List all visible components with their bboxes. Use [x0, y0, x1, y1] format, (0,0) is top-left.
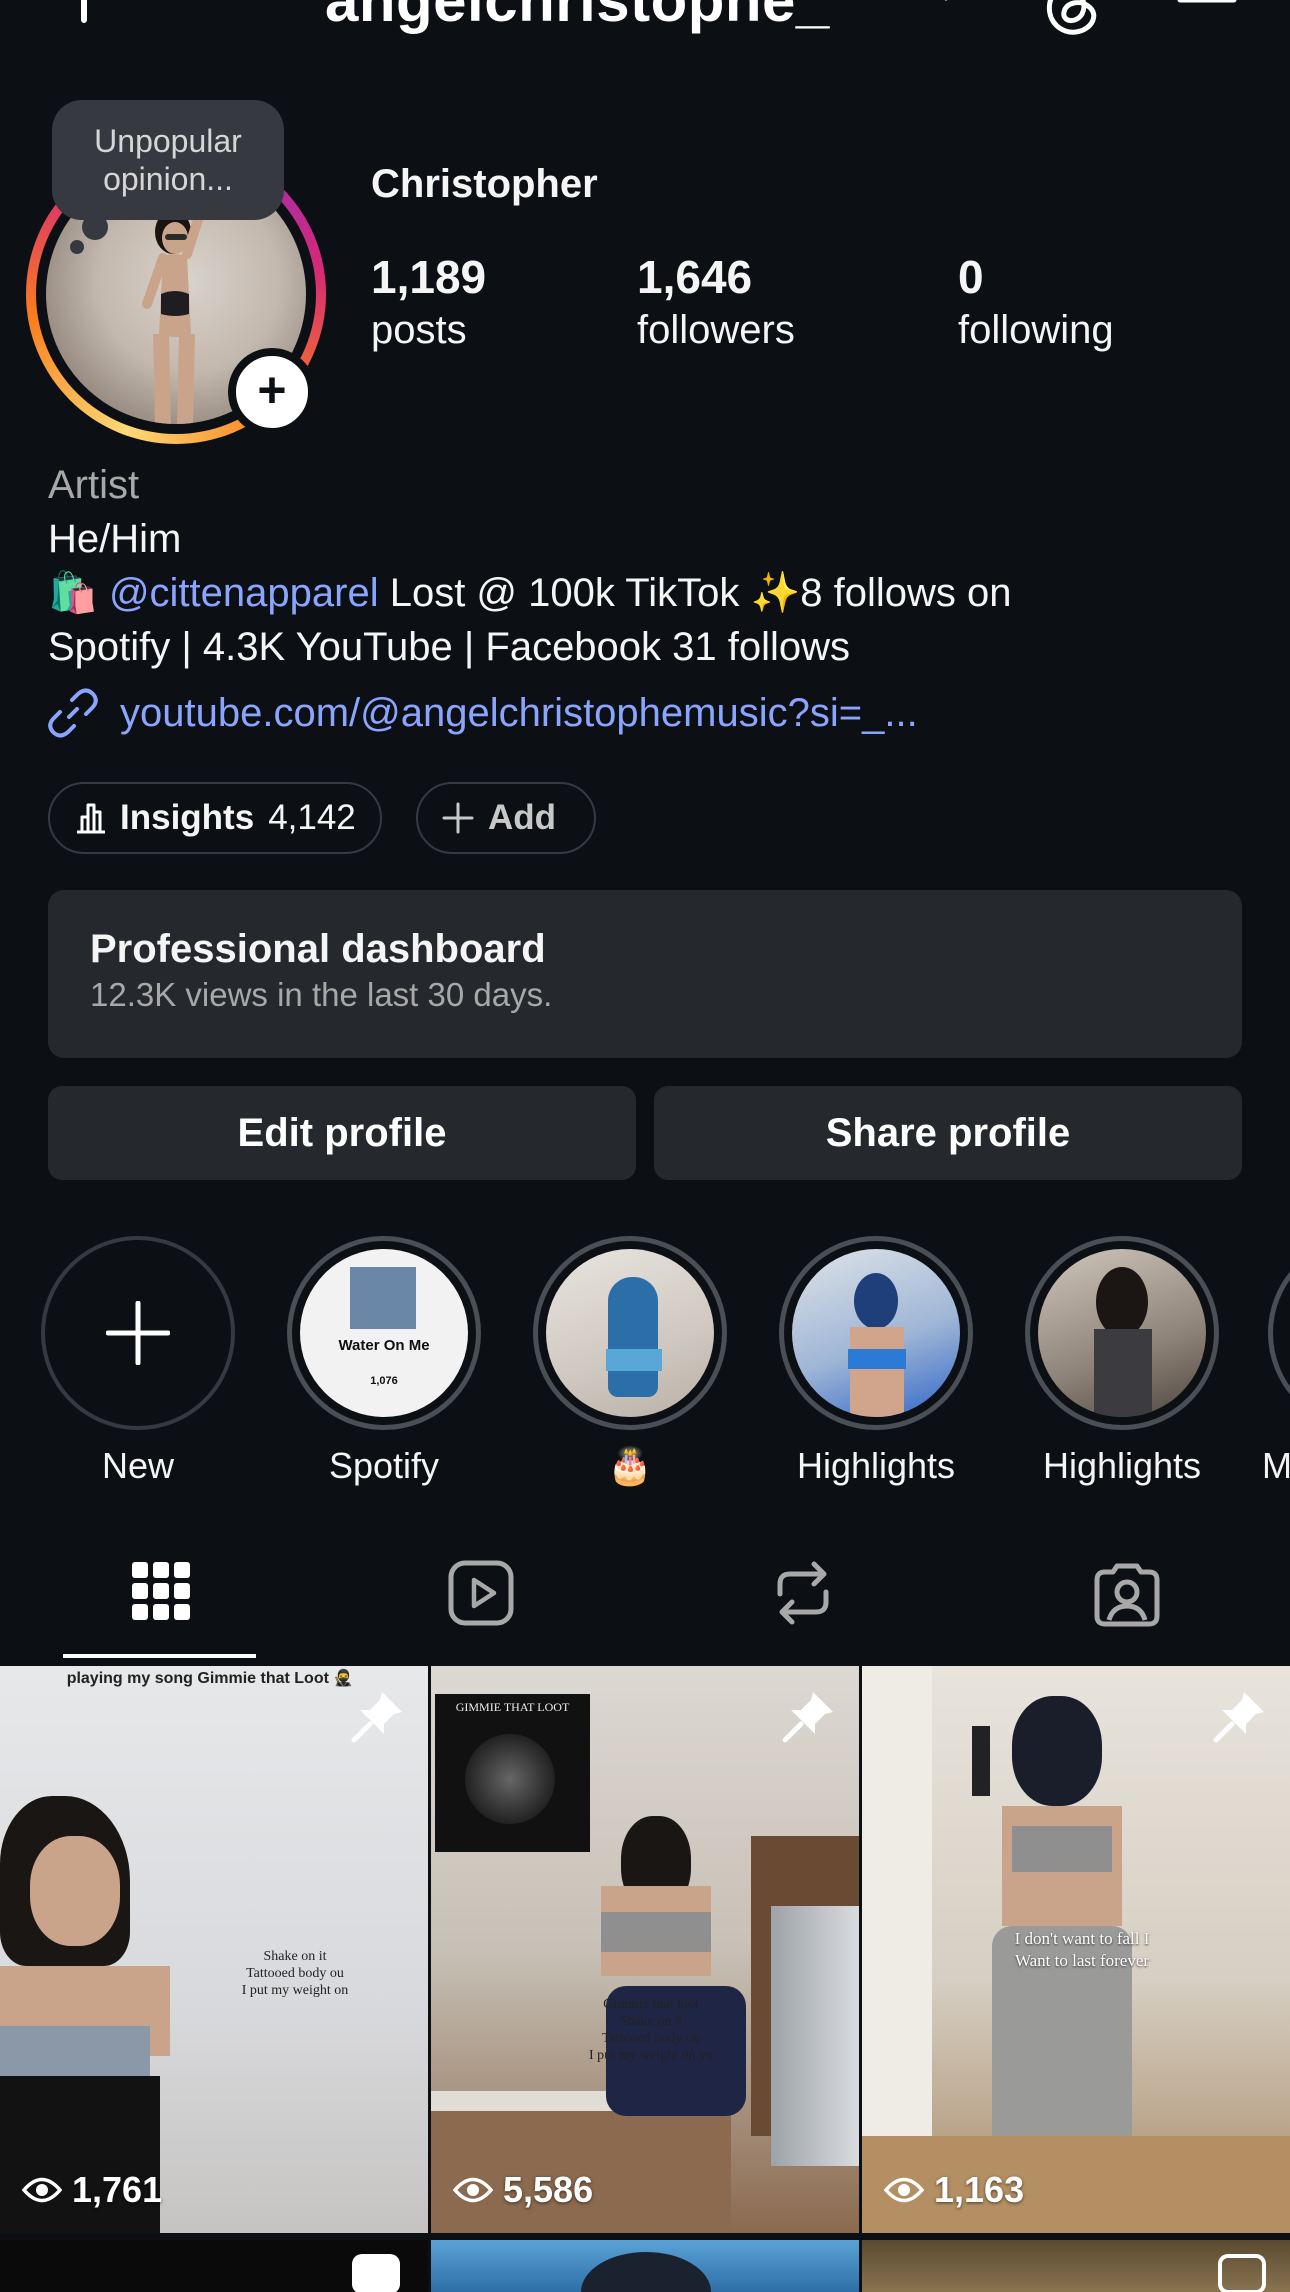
menu-icon[interactable] [1176, 0, 1238, 30]
plus-icon: + [257, 362, 287, 418]
add-story-button[interactable]: + [228, 348, 316, 436]
highlight-1[interactable]: Highlights [778, 1236, 974, 1488]
eye-icon [22, 2177, 62, 2203]
pin-icon [351, 1692, 402, 1743]
followers-count[interactable]: 1,646 followers [637, 250, 795, 356]
bar-chart-icon [77, 803, 105, 834]
views-count: 5,586 [453, 2169, 593, 2211]
highlight-cover [792, 1249, 960, 1417]
tagged-icon[interactable] [1093, 1560, 1161, 1628]
eye-icon [453, 2177, 493, 2203]
create-icon[interactable] [52, 0, 116, 32]
grid-post-6[interactable] [862, 2240, 1290, 2292]
eye-icon [884, 2177, 924, 2203]
grid-post-3[interactable]: I don't want to fall I Want to last fore… [862, 1666, 1290, 2233]
grid-icon[interactable] [130, 1560, 192, 1622]
following-count[interactable]: 0 following [958, 250, 1114, 356]
grid-post-1[interactable]: playing my song Gimmie that Loot 🥷 Shake… [0, 1666, 428, 2233]
plus-icon [442, 802, 474, 834]
highlight-cover [1038, 1249, 1206, 1417]
posts-count[interactable]: 1,189 posts [371, 250, 486, 356]
edit-profile-button[interactable]: Edit profile [48, 1086, 636, 1180]
avatar-figure [142, 199, 208, 424]
highlight-cover: Water On Me 1,076 [300, 1249, 468, 1417]
bio-line-2: Spotify | 4.3K YouTube | Facebook 31 fol… [48, 625, 851, 669]
shopping-bags-emoji: 🛍️ [48, 571, 98, 615]
link-icon [48, 688, 98, 738]
highlight-birthday[interactable]: 🎂 [532, 1236, 728, 1488]
professional-dashboard[interactable]: Professional dashboard 12.3K views in th… [48, 890, 1242, 1058]
bio-mention-link[interactable]: @cittenapparel [109, 571, 379, 615]
profile-link[interactable]: youtube.com/@angelchristophemusic?si=_..… [48, 688, 918, 738]
pin-icon [782, 1692, 833, 1743]
highlight-new[interactable]: New [40, 1236, 236, 1488]
views-count: 1,761 [22, 2169, 162, 2211]
reposts-icon[interactable] [772, 1560, 834, 1626]
views-count: 1,163 [884, 2169, 1024, 2211]
album-art [350, 1267, 416, 1329]
highlight-spotify[interactable]: Water On Me 1,076 Spotify [286, 1236, 482, 1488]
highlight-2[interactable]: Highlights [1024, 1236, 1220, 1488]
plus-icon [106, 1301, 170, 1365]
note-bubble[interactable]: Unpopular opinion... [52, 100, 284, 220]
grid-post-4[interactable] [0, 2240, 428, 2292]
reels-icon[interactable] [448, 1560, 514, 1626]
profile-category: Artist [48, 463, 140, 507]
pronouns: He/Him [48, 517, 182, 561]
bio-line-1: 🛍️ @cittenapparel Lost @ 100k TikTok ✨8 … [48, 571, 1012, 615]
pin-icon [1213, 1692, 1264, 1743]
grid-post-5[interactable] [431, 2240, 859, 2292]
insights-chip[interactable]: Insights 4,142 [48, 782, 382, 854]
album-cover: GIMMIE THAT LOOT [435, 1694, 590, 1852]
highlight-cover [546, 1249, 714, 1417]
threads-icon[interactable] [1040, 0, 1104, 36]
display-name: Christopher [371, 162, 598, 206]
grid-post-2[interactable]: GIMMIE THAT LOOT Gimmie that loot Shake … [431, 1666, 859, 2233]
reel-icon [1218, 2254, 1266, 2292]
reel-icon [352, 2254, 400, 2292]
share-profile-button[interactable]: Share profile [654, 1086, 1242, 1180]
active-tab-indicator [63, 1654, 256, 1658]
username-title[interactable]: angelchristophe_ [325, 0, 830, 35]
add-chip[interactable]: Add [416, 782, 597, 854]
top-bar: angelchristophe_ [0, 0, 1290, 60]
chevron-down-icon[interactable] [928, 0, 964, 8]
highlight-3-partial[interactable]: M [1262, 1236, 1290, 1488]
